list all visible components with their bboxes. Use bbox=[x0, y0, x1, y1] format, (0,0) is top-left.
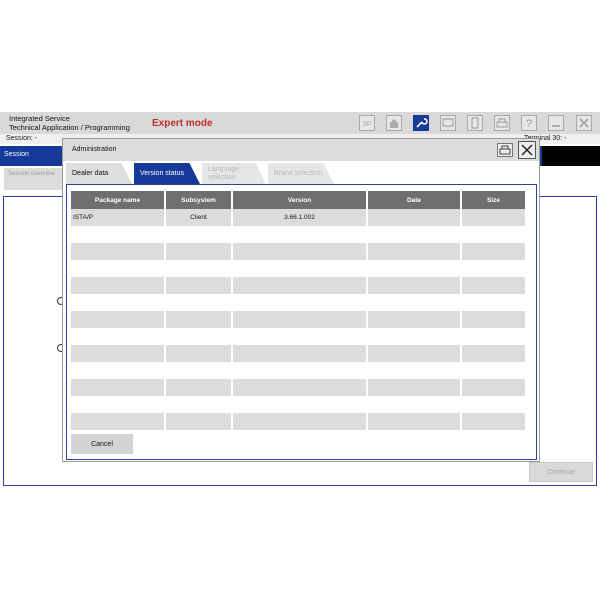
table-row bbox=[71, 294, 525, 311]
table-row bbox=[71, 243, 525, 260]
print-icon[interactable] bbox=[497, 142, 513, 158]
session-bar-label: Session bbox=[4, 151, 29, 158]
package-name-cell: ISTA/P bbox=[71, 209, 166, 226]
version-table: Package name Subsystem Version Date Size… bbox=[71, 191, 525, 430]
table-row[interactable]: ISTA/P Client 3.66.1.002 bbox=[71, 209, 525, 226]
table-row bbox=[71, 260, 525, 277]
tab-brand-selection[interactable]: Brand selection bbox=[268, 163, 334, 184]
display-icon[interactable] bbox=[440, 115, 456, 131]
column-header[interactable]: Size bbox=[461, 191, 525, 209]
version-cell: 3.66.1.002 bbox=[232, 209, 368, 226]
cancel-button[interactable]: Cancel bbox=[71, 434, 133, 454]
version-status-panel: Package name Subsystem Version Date Size… bbox=[66, 184, 537, 460]
document-icon[interactable] bbox=[467, 115, 483, 131]
table-row bbox=[71, 362, 525, 379]
dialog-title-bar: Administration bbox=[63, 139, 539, 161]
tab-language-selection[interactable]: Language selection bbox=[202, 163, 266, 184]
help-icon[interactable]: ? bbox=[521, 115, 537, 131]
wrench-icon[interactable] bbox=[413, 115, 429, 131]
column-header[interactable]: Date bbox=[367, 191, 462, 209]
tab-dealer-data[interactable]: Dealer data bbox=[66, 163, 132, 184]
column-header[interactable]: Subsystem bbox=[165, 191, 233, 209]
administration-dialog: Administration Dealer data Version statu… bbox=[62, 138, 540, 462]
table-row bbox=[71, 396, 525, 413]
table-row bbox=[71, 226, 525, 243]
table-header-row: Package name Subsystem Version Date Size bbox=[71, 191, 525, 209]
table-row bbox=[71, 379, 525, 396]
close-icon[interactable] bbox=[518, 141, 536, 159]
dialog-title: Administration bbox=[72, 146, 117, 153]
table-row bbox=[71, 345, 525, 362]
minimize-icon[interactable] bbox=[548, 115, 564, 131]
table-row bbox=[71, 277, 525, 294]
session-label: Session: - bbox=[6, 135, 38, 142]
table-row bbox=[71, 311, 525, 328]
svg-text:XP: XP bbox=[363, 122, 371, 128]
app-close-icon[interactable] bbox=[576, 115, 592, 131]
column-header[interactable]: Package name bbox=[71, 191, 166, 209]
date-cell bbox=[367, 209, 462, 226]
app-title-line1: Integrated Service bbox=[9, 114, 70, 123]
subsystem-cell: Client bbox=[165, 209, 233, 226]
continue-button[interactable]: Continue bbox=[529, 462, 593, 482]
column-header[interactable]: Version bbox=[232, 191, 368, 209]
tab-session-overview[interactable]: Session overview bbox=[4, 168, 64, 190]
xp-icon[interactable]: XP bbox=[359, 115, 375, 131]
printer-icon[interactable] bbox=[494, 115, 510, 131]
app-title: Integrated Service Technical Application… bbox=[9, 114, 130, 132]
home-icon[interactable] bbox=[386, 115, 402, 131]
expert-mode-label: Expert mode bbox=[152, 118, 213, 129]
app-title-line2: Technical Application / Programming bbox=[9, 123, 130, 132]
table-row bbox=[71, 328, 525, 345]
session-bar-end bbox=[542, 146, 600, 166]
tab-version-status[interactable]: Version status bbox=[134, 163, 200, 184]
table-row bbox=[71, 413, 525, 430]
size-cell bbox=[461, 209, 525, 226]
svg-text:?: ? bbox=[526, 118, 532, 130]
